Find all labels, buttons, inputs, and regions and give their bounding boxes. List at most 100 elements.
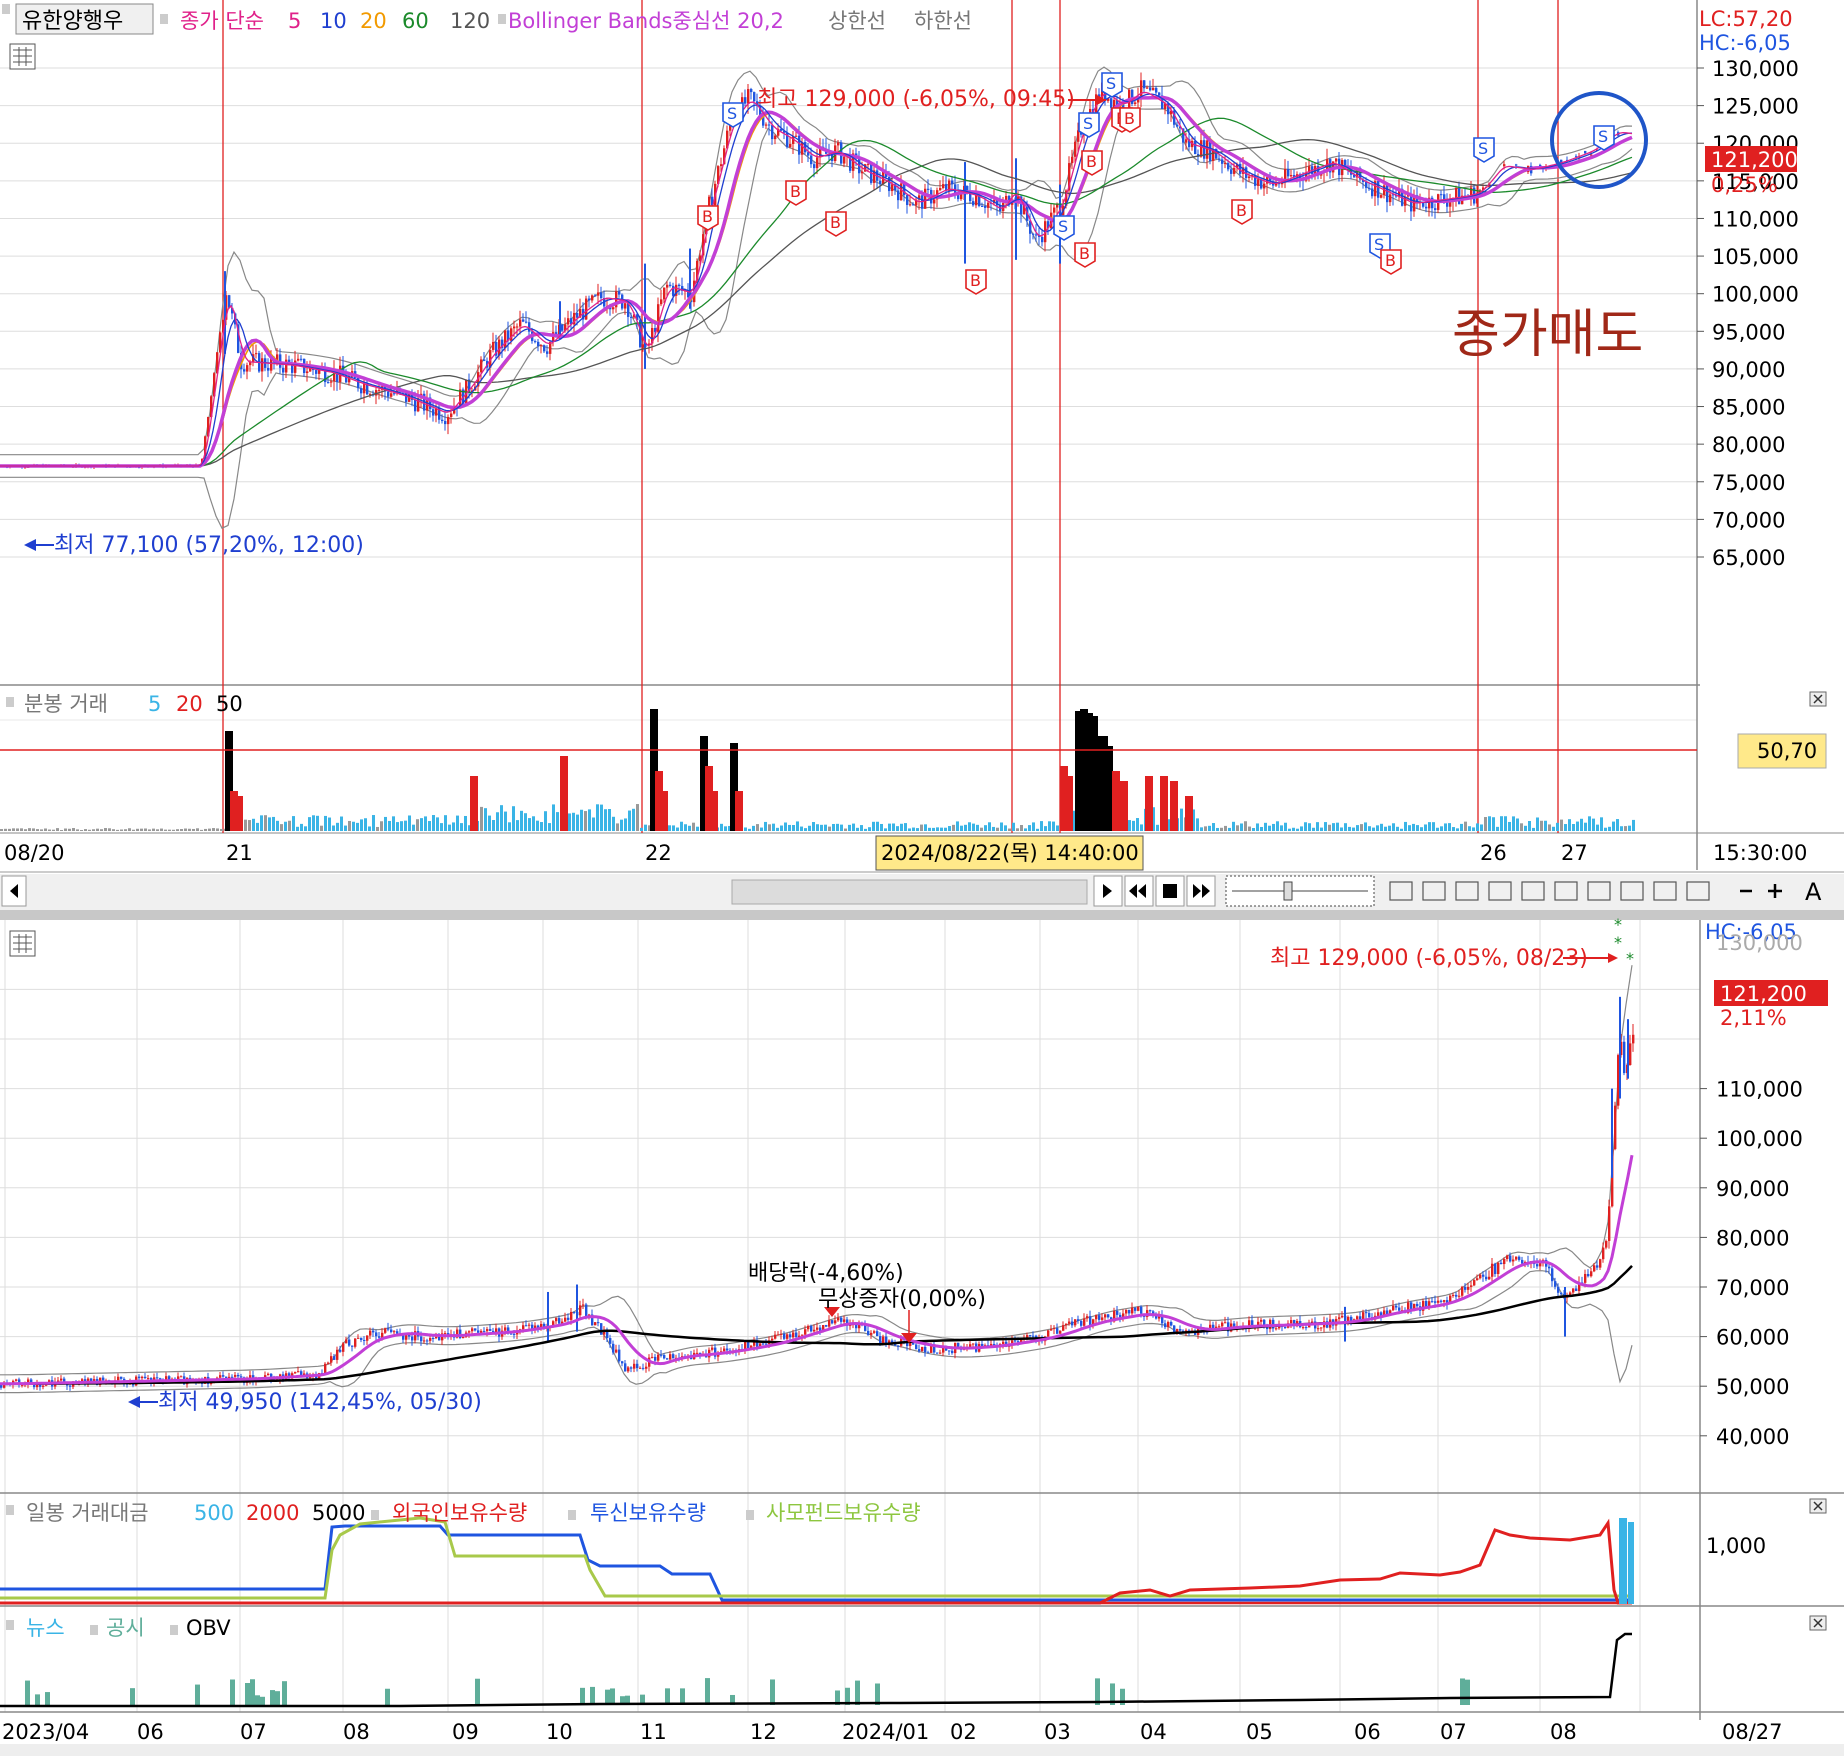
volume-bar: [200, 829, 203, 831]
candle: [177, 1376, 180, 1379]
volume-bar: [308, 817, 311, 831]
candle: [1077, 130, 1080, 142]
candle: [1164, 1323, 1167, 1328]
volume-bar: [1268, 825, 1271, 831]
candle: [594, 1322, 597, 1326]
candle: [948, 1350, 951, 1352]
volume-bar: [1128, 820, 1131, 831]
news-bar: [35, 1694, 40, 1705]
buy-signal-label: B: [1385, 251, 1396, 270]
volume-bar: [710, 791, 718, 831]
candle: [42, 1385, 45, 1387]
candle: [789, 1334, 792, 1338]
candle: [1515, 164, 1518, 166]
candle: [618, 1349, 621, 1362]
volume-bar: [264, 815, 267, 831]
volume-bar: [1170, 781, 1178, 831]
legend-item: Bollinger Bands중심선 20,2: [508, 9, 784, 33]
candle: [516, 326, 519, 328]
news-bar: [245, 1683, 250, 1705]
volume-bar: [560, 801, 568, 831]
candle: [1305, 1327, 1308, 1329]
holdings-legend-item: 500: [194, 1501, 234, 1525]
volume-bar: [300, 823, 303, 831]
volume-bar: [1520, 823, 1523, 831]
candle: [936, 1352, 939, 1354]
candle: [1503, 164, 1506, 167]
news-bar: [855, 1680, 860, 1705]
candle: [1386, 185, 1389, 203]
volume-bar: [900, 823, 903, 831]
candle: [1071, 1321, 1074, 1326]
candle: [1029, 1335, 1032, 1337]
volume-bar: [1512, 816, 1515, 831]
candle: [1002, 1341, 1005, 1345]
candle: [726, 1348, 729, 1351]
candle: [954, 184, 957, 194]
candle: [672, 285, 675, 296]
candle: [1221, 1322, 1224, 1327]
buy-signal-label: B: [790, 182, 801, 201]
candle: [924, 1346, 927, 1353]
volume-bar: [1248, 826, 1251, 831]
news-bar: [590, 1686, 595, 1705]
candle: [372, 1330, 375, 1333]
current-change-2: 2,11%: [1720, 1006, 1787, 1030]
volume-bar: [64, 828, 67, 831]
candle: [1194, 140, 1197, 155]
current-change: 0,25%: [1711, 173, 1778, 197]
volume-bar: [164, 829, 167, 831]
volume-bar: [988, 822, 991, 831]
candle: [789, 143, 792, 148]
candle: [1431, 1301, 1434, 1303]
candle: [1500, 1262, 1503, 1265]
volume-bar: [1056, 825, 1059, 831]
candle: [1158, 92, 1161, 96]
obv-line: [0, 1632, 1632, 1708]
news-bar: [705, 1678, 710, 1705]
volume-bar: [920, 824, 923, 831]
candle: [396, 1331, 399, 1334]
candle: [1455, 1294, 1458, 1297]
volume-bar: [340, 816, 343, 831]
volume-bar: [376, 826, 379, 831]
candle: [15, 1379, 18, 1381]
candle: [1212, 1324, 1215, 1329]
volume-bar: [1552, 826, 1555, 831]
candle: [558, 1318, 561, 1324]
volume-bar: [1004, 825, 1007, 831]
volume-bar: [1352, 827, 1355, 831]
volume-bar: [616, 823, 619, 831]
volume-bar: [836, 823, 839, 831]
candle: [588, 298, 591, 301]
volume-bar: [908, 828, 911, 831]
volume-bar: [880, 823, 883, 831]
volume-bar: [896, 826, 899, 831]
candle: [1362, 1312, 1365, 1320]
candle: [1386, 1310, 1389, 1315]
candle: [633, 1363, 636, 1369]
candle: [1572, 1288, 1575, 1293]
candle: [1062, 1325, 1065, 1331]
candle: [600, 292, 603, 299]
trading-value-bar: [1628, 1522, 1634, 1604]
candle: [1377, 181, 1380, 198]
volume-bar: [436, 817, 439, 831]
volume-bar: [244, 819, 247, 831]
candle: [468, 1331, 471, 1333]
candle: [540, 345, 543, 347]
candle: [1509, 1255, 1512, 1262]
candle: [621, 1361, 624, 1364]
volume-bar: [196, 828, 199, 831]
volume-bar: [1444, 823, 1447, 831]
legend-item: 종가 단순: [180, 9, 264, 33]
volume-bar: [1024, 828, 1027, 831]
volume-bar: [952, 824, 955, 831]
volume-bar: [304, 826, 307, 831]
scroll-thumb[interactable]: [731, 879, 1088, 905]
x-label: 08: [343, 1720, 370, 1744]
legend-item: 60: [402, 9, 429, 33]
volume-bar: [984, 825, 987, 831]
text-tool-icon[interactable]: A: [1805, 878, 1822, 906]
volume-bar: [752, 825, 755, 831]
